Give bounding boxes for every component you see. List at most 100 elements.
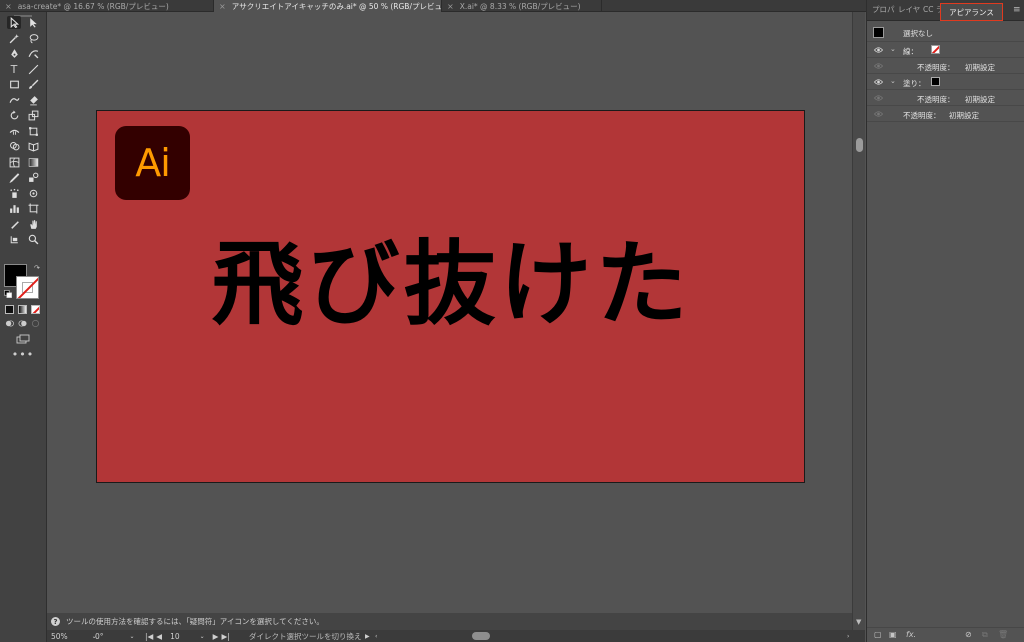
chevron-down-icon[interactable]: ⌄ xyxy=(890,77,896,85)
appearance-stroke-row[interactable]: ⌄ 線： xyxy=(867,42,1024,58)
selection-label: 選択なし xyxy=(903,29,933,38)
selection-tool-icon[interactable] xyxy=(7,16,21,29)
shape-builder-icon[interactable] xyxy=(7,140,21,153)
screen-mode-icon[interactable] xyxy=(14,332,32,345)
last-artboard-icon[interactable]: ▶| xyxy=(221,632,229,641)
line-icon[interactable] xyxy=(26,63,40,76)
draw-normal-icon[interactable] xyxy=(5,319,14,328)
opacity-label: 不透明度： xyxy=(903,111,941,120)
blend-icon[interactable] xyxy=(26,171,40,184)
swap-fill-stroke-icon[interactable]: ↷ xyxy=(34,264,40,272)
close-tab-icon[interactable]: × xyxy=(5,2,12,11)
chevron-down-icon[interactable]: ⌄ xyxy=(200,633,205,640)
help-text: ツールの使用方法を確認するには、「疑問符」アイコンを選択してください。 xyxy=(66,617,324,626)
close-tab-icon[interactable]: × xyxy=(219,2,226,11)
default-colors-icon[interactable] xyxy=(4,290,12,298)
lasso-icon[interactable] xyxy=(26,32,40,45)
scroll-right-icon[interactable]: › xyxy=(847,631,849,641)
canvas-area[interactable]: Ai 飛び抜けた xyxy=(47,12,852,613)
rotate-icon[interactable] xyxy=(7,109,21,122)
symbol-tool-icon[interactable] xyxy=(26,187,40,200)
eye-icon[interactable] xyxy=(874,62,883,70)
mesh-icon[interactable] xyxy=(7,156,21,169)
fill-opacity-row[interactable]: 不透明度： 初期設定 xyxy=(867,90,1024,106)
artboard-icon[interactable] xyxy=(26,202,40,215)
symbol-sprayer-icon[interactable] xyxy=(7,187,21,200)
add-stroke-icon[interactable]: ▢ xyxy=(874,630,882,639)
next-artboard-icon[interactable]: ▶ xyxy=(213,632,219,641)
zoom-field[interactable]: 50% ⌄ xyxy=(51,631,97,641)
scroll-down-icon[interactable]: ▼ xyxy=(856,618,861,626)
fill-black-swatch[interactable] xyxy=(931,77,940,86)
vertical-scroll-thumb[interactable] xyxy=(856,138,863,152)
status-menu-icon[interactable]: ▶ xyxy=(365,631,370,641)
eye-icon[interactable] xyxy=(874,110,883,118)
color-button[interactable] xyxy=(5,305,14,314)
scroll-left-icon[interactable]: ‹ xyxy=(375,631,377,641)
duplicate-item-icon[interactable]: ⧉ xyxy=(982,630,988,640)
clear-appearance-icon[interactable]: ⊘ xyxy=(965,630,972,639)
doc-tab-asa-create[interactable]: × asa-create* @ 16.67 % (RGB/プレビュー) xyxy=(0,0,214,12)
prev-artboard-icon[interactable]: ◀ xyxy=(156,632,162,641)
draw-inside-icon[interactable] xyxy=(31,319,40,328)
stroke-swatch[interactable] xyxy=(16,276,39,299)
opacity-value[interactable]: 初期設定 xyxy=(949,110,979,121)
first-artboard-icon[interactable]: |◀ xyxy=(145,632,153,641)
eye-icon[interactable] xyxy=(874,94,883,102)
gradient-icon[interactable] xyxy=(26,156,40,169)
direct-selection-tool-icon[interactable] xyxy=(26,16,40,29)
opacity-value[interactable]: 初期設定 xyxy=(965,94,995,105)
tab-appearance[interactable]: アピアランス xyxy=(940,3,1003,21)
rotation-field[interactable]: 0° ⌄ xyxy=(95,631,135,641)
object-opacity-row[interactable]: 不透明度： 初期設定 xyxy=(867,106,1024,122)
zoom-value: 50% xyxy=(51,631,68,641)
close-tab-icon[interactable]: × xyxy=(447,2,454,11)
doc-tab-eyecatch[interactable]: × アサクリエイトアイキャッチのみ.ai* @ 50 % (RGB/プレビュー) xyxy=(214,0,442,12)
type-icon[interactable]: T xyxy=(7,63,21,76)
magic-wand-icon[interactable] xyxy=(7,32,21,45)
artboard-headline[interactable]: 飛び抜けた xyxy=(97,239,806,331)
delete-item-icon[interactable]: 🗑 xyxy=(998,630,1008,639)
eye-icon[interactable] xyxy=(874,46,883,54)
perspective-icon[interactable] xyxy=(26,140,40,153)
eyedropper-icon[interactable] xyxy=(7,171,21,184)
column-graph-icon[interactable] xyxy=(7,202,21,215)
artboard[interactable]: Ai 飛び抜けた xyxy=(96,110,805,483)
opacity-value[interactable]: 初期設定 xyxy=(965,62,995,73)
add-fill-icon[interactable]: ▣ xyxy=(889,630,897,639)
curvature-icon[interactable] xyxy=(26,47,40,60)
stroke-label: 線： xyxy=(903,47,918,56)
horizontal-scroll-thumb[interactable] xyxy=(472,632,490,640)
rectangle-icon[interactable] xyxy=(7,78,21,91)
slice-icon[interactable] xyxy=(7,218,21,231)
width-icon[interactable] xyxy=(7,125,21,138)
edit-toolbar-icon[interactable]: ••• xyxy=(12,348,33,361)
rotate-view-icon[interactable] xyxy=(7,233,21,246)
vertical-scrollbar[interactable]: ▼ xyxy=(852,12,865,630)
tab-properties[interactable]: プロパ xyxy=(872,4,895,15)
scale-icon[interactable] xyxy=(26,109,40,122)
fx-icon[interactable]: fx. xyxy=(906,630,916,639)
hand-icon[interactable] xyxy=(26,218,40,231)
pen-icon[interactable] xyxy=(7,47,21,60)
tool-hint: ダイレクト選択ツールを切り換え xyxy=(249,631,362,641)
appearance-fill-row[interactable]: ⌄ 塗り： xyxy=(867,74,1024,90)
help-question-icon[interactable]: ? xyxy=(51,617,60,626)
none-button[interactable] xyxy=(31,305,40,314)
tab-layers[interactable]: レイヤ xyxy=(898,4,920,15)
eye-icon[interactable] xyxy=(874,78,883,86)
artboard-number[interactable]: 10 xyxy=(170,632,180,641)
shaper-icon[interactable] xyxy=(7,94,21,107)
chevron-down-icon[interactable]: ⌄ xyxy=(890,45,896,53)
draw-behind-icon[interactable] xyxy=(18,319,27,328)
stroke-opacity-row[interactable]: 不透明度： 初期設定 xyxy=(867,58,1024,74)
zoom-icon[interactable] xyxy=(26,233,40,246)
eraser-icon[interactable] xyxy=(26,94,40,107)
paintbrush-icon[interactable] xyxy=(26,78,40,91)
gradient-button[interactable] xyxy=(18,305,27,314)
free-transform-icon[interactable] xyxy=(26,125,40,138)
chevron-down-icon[interactable]: ⌄ xyxy=(130,633,135,640)
stroke-none-swatch[interactable] xyxy=(931,45,940,54)
menu-icon[interactable]: ≡ xyxy=(1013,5,1021,15)
doc-tab-x[interactable]: × X.ai* @ 8.33 % (RGB/プレビュー) xyxy=(442,0,602,12)
